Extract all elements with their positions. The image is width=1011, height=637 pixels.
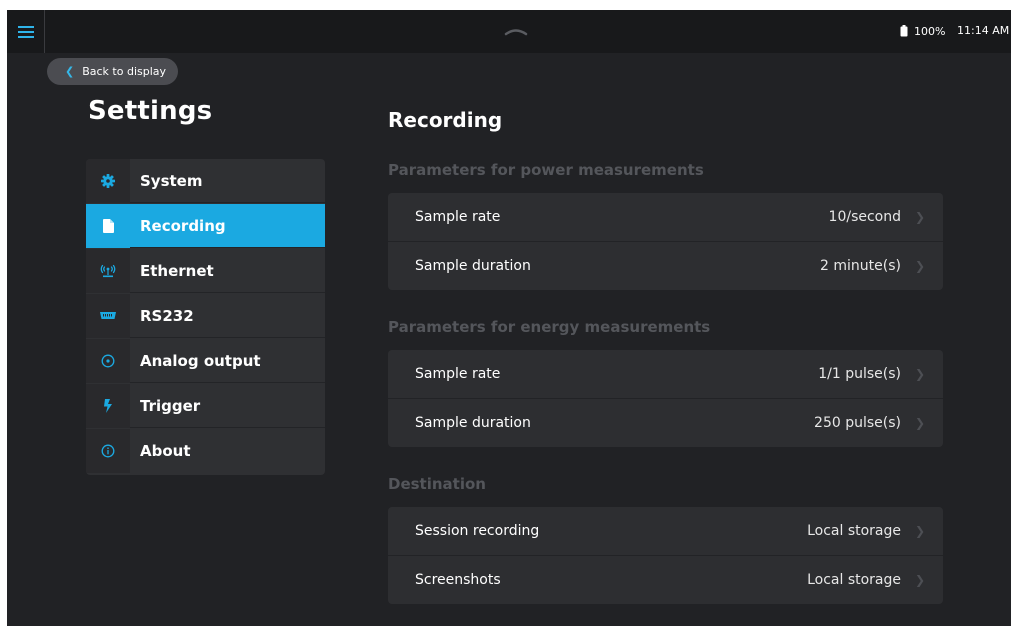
energy-sample-duration-row[interactable]: Sample duration 250 pulse(s) ❯	[388, 398, 943, 447]
circle-dot-icon	[101, 354, 115, 367]
chevron-up-icon	[504, 29, 528, 36]
chevron-right-icon: ❯	[915, 416, 926, 430]
chevron-right-icon: ❯	[915, 210, 926, 224]
file-icon	[102, 218, 114, 233]
menu-item-label: RS232	[140, 306, 194, 325]
row-label: Sample duration	[415, 415, 531, 431]
chevron-right-icon: ❯	[915, 367, 926, 381]
menu-item-about[interactable]: About	[86, 429, 325, 473]
energy-sample-rate-row[interactable]: Sample rate 1/1 pulse(s) ❯	[388, 350, 943, 398]
row-label: Sample duration	[415, 258, 531, 274]
settings-menu: System Recording Ethernet RS232 Analog o…	[86, 159, 325, 475]
lightning-icon	[104, 398, 112, 413]
menu-item-ethernet[interactable]: Ethernet	[86, 248, 325, 293]
power-sample-duration-row[interactable]: Sample duration 2 minute(s) ❯	[388, 241, 943, 290]
destination-card: Session recording Local storage ❯ Screen…	[388, 507, 943, 604]
row-value: 10/second	[828, 209, 901, 225]
section-title-power: Parameters for power measurements	[388, 161, 704, 179]
gear-icon	[101, 173, 115, 188]
energy-parameters-card: Sample rate 1/1 pulse(s) ❯ Sample durati…	[388, 350, 943, 447]
pull-down-handle[interactable]	[503, 22, 529, 36]
row-label: Sample rate	[415, 209, 501, 225]
menu-item-label: System	[140, 171, 203, 190]
power-parameters-card: Sample rate 10/second ❯ Sample duration …	[388, 193, 943, 290]
screenshots-row[interactable]: Screenshots Local storage ❯	[388, 555, 943, 604]
row-value: 2 minute(s)	[820, 258, 901, 274]
menu-item-label: Trigger	[140, 396, 201, 415]
row-value: 250 pulse(s)	[814, 415, 901, 431]
menu-item-analog-output[interactable]: Analog output	[86, 338, 325, 383]
hamburger-menu-button[interactable]	[7, 10, 45, 53]
chevron-right-icon: ❯	[915, 259, 926, 273]
battery-icon	[900, 25, 908, 37]
section-title-energy: Parameters for energy measurements	[388, 318, 711, 336]
menu-item-label: Ethernet	[140, 261, 214, 280]
menu-item-recording[interactable]: Recording	[86, 203, 325, 248]
row-label: Screenshots	[415, 572, 501, 588]
info-icon	[101, 444, 115, 458]
clock: 11:14 AM	[957, 24, 1010, 37]
row-label: Sample rate	[415, 366, 501, 382]
status-bar: 100% 11:14 AM	[7, 10, 1011, 53]
antenna-icon	[100, 264, 116, 277]
menu-item-label: Analog output	[140, 351, 261, 370]
row-value: Local storage	[807, 523, 901, 539]
row-label: Session recording	[415, 523, 540, 539]
session-recording-row[interactable]: Session recording Local storage ❯	[388, 507, 943, 555]
chevron-right-icon: ❯	[915, 573, 926, 587]
menu-item-rs232[interactable]: RS232	[86, 293, 325, 338]
menu-item-label: About	[140, 442, 191, 460]
settings-title: Settings	[88, 96, 213, 126]
menu-item-trigger[interactable]: Trigger	[86, 383, 325, 428]
serial-port-icon	[100, 311, 116, 319]
chevron-right-icon: ❯	[915, 524, 926, 538]
power-sample-rate-row[interactable]: Sample rate 10/second ❯	[388, 193, 943, 241]
menu-item-system[interactable]: System	[86, 159, 325, 203]
back-button-label: Back to display	[82, 65, 167, 78]
menu-item-label: Recording	[140, 216, 226, 235]
device-screen: 100% 11:14 AM ❮ Back to display Settings	[7, 10, 1011, 626]
chevron-left-icon: ❮	[65, 65, 75, 78]
page-heading: Recording	[388, 108, 503, 132]
hamburger-icon	[17, 25, 34, 38]
section-title-destination: Destination	[388, 475, 486, 493]
back-to-display-button[interactable]: ❮ Back to display	[47, 58, 178, 85]
row-value: Local storage	[807, 572, 901, 588]
battery-level: 100%	[914, 24, 946, 38]
row-value: 1/1 pulse(s)	[818, 366, 901, 382]
battery-indicator: 100%	[900, 23, 945, 39]
